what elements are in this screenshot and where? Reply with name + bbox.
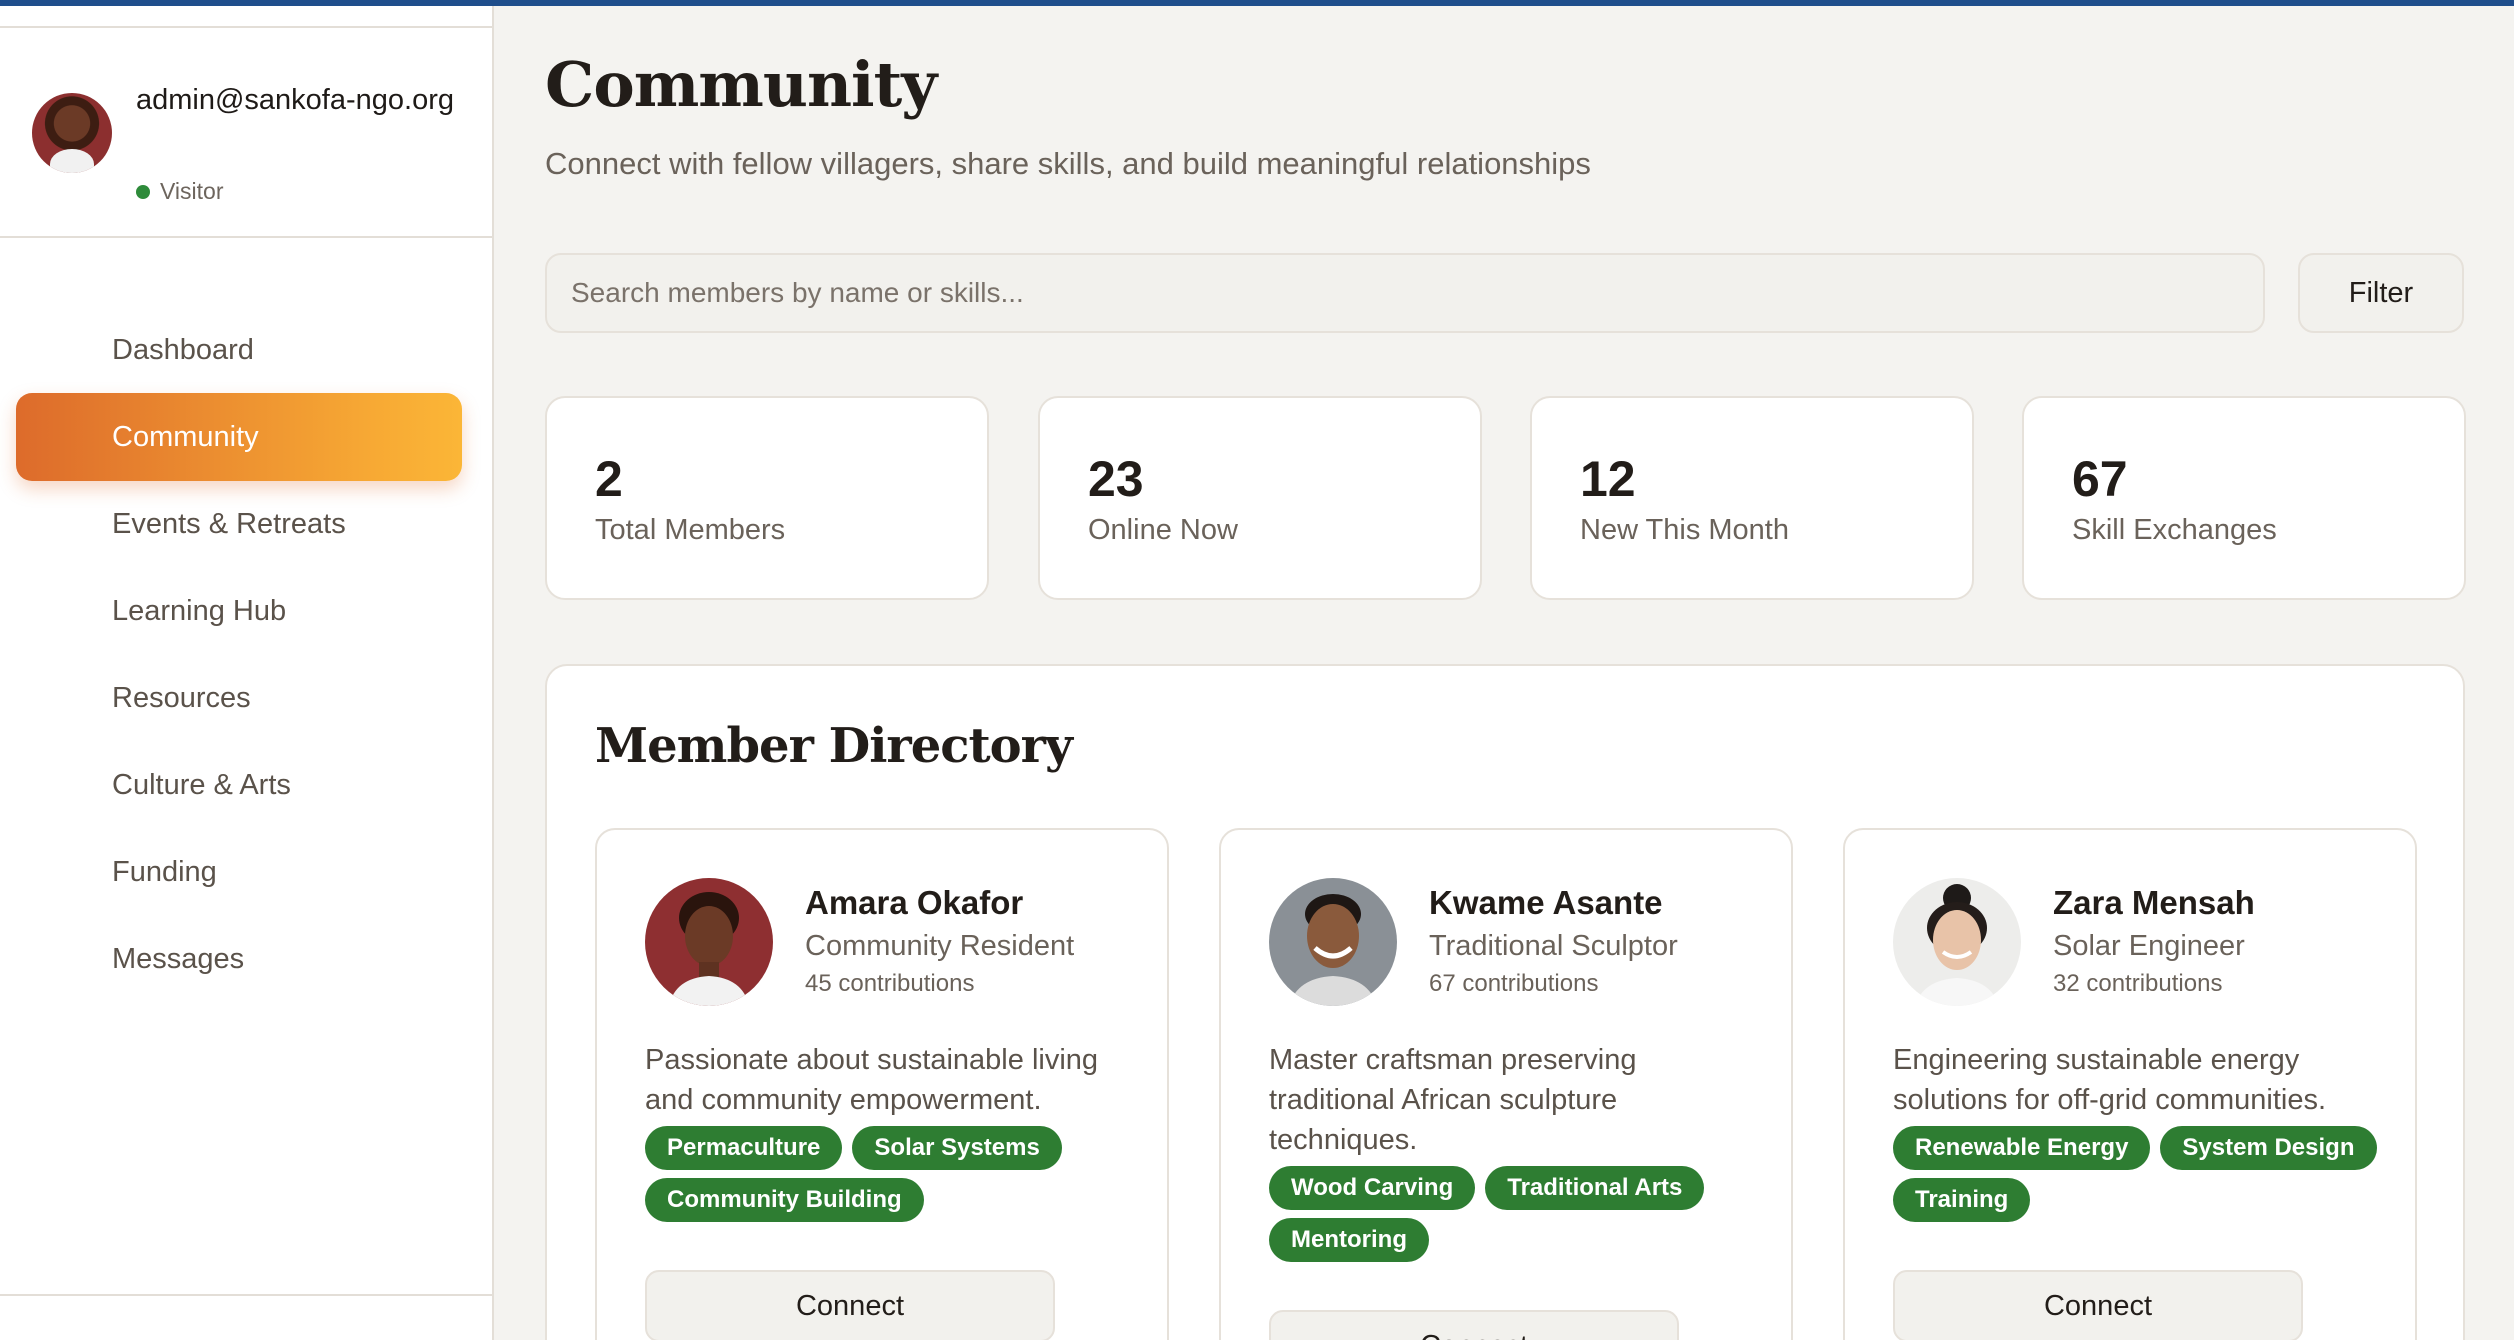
stat-value: 67 [2072,451,2128,507]
connect-button[interactable]: Connect [1269,1310,1679,1340]
user-profile[interactable]: admin@sankofa-ngo.org Visitor [0,28,492,238]
sidebar-item-community[interactable]: Community [16,393,462,481]
skill-tags: Permaculture Solar Systems Community Bui… [645,1126,1135,1222]
member-photo [1893,878,2021,1006]
skill-tags: Renewable Energy System Design Training [1893,1126,2383,1222]
skill-tag: Training [1893,1178,2031,1222]
member-contributions: 45 contributions [805,970,975,997]
filter-button[interactable]: Filter [2298,253,2464,333]
member-contributions: 32 contributions [2053,970,2223,997]
sidebar-item-culture-arts[interactable]: Culture & Arts [16,741,462,829]
page-title: Community [545,48,937,121]
stat-card-skill-exchanges: 67 Skill Exchanges [2022,396,2466,600]
page-subtitle: Connect with fellow villagers, share ski… [545,146,1591,181]
stat-card-online-now: 23 Online Now [1038,396,1482,600]
member-name: Zara Mensah [2053,884,2255,921]
skill-tag: Renewable Energy [1893,1126,2151,1170]
stat-value: 2 [595,451,623,507]
skill-tag: Mentoring [1269,1218,1429,1262]
sidebar-item-dashboard[interactable]: Dashboard [16,306,462,394]
user-email: admin@sankofa-ngo.org [136,84,455,116]
sidebar-item-events-retreats[interactable]: Events & Retreats [16,480,462,568]
member-bio: Master craftsman preserving traditional … [1269,1044,1637,1156]
stat-label: Total Members [595,514,786,546]
skill-tag: System Design [2160,1126,2377,1170]
sidebar-divider [0,236,492,238]
member-photo [645,878,773,1006]
member-card: Amara Okafor Community Resident 45 contr… [595,828,1169,1340]
skill-tag: Permaculture [645,1126,843,1170]
sidebar-item-learning-hub[interactable]: Learning Hub [16,567,462,655]
stat-value: 12 [1580,451,1636,507]
stat-label: Online Now [1088,514,1238,546]
member-photo-image [1893,878,2021,1006]
member-photo [1269,878,1397,1006]
skill-tag: Traditional Arts [1485,1166,1705,1210]
member-photo-image [1269,878,1397,1006]
member-photo-image [645,878,773,1006]
stat-card-new-this-month: 12 New This Month [1530,396,1974,600]
skill-tag: Solar Systems [852,1126,1062,1170]
member-contributions: 67 contributions [1429,970,1599,997]
member-role: Community Resident [805,930,1075,962]
member-name: Kwame Asante [1429,884,1663,921]
sidebar-item-resources[interactable]: Resources [16,654,462,742]
sidebar-item-funding[interactable]: Funding [16,828,462,916]
member-bio: Passionate about sustainable living and … [645,1044,1099,1116]
search-input[interactable] [545,253,2265,333]
avatar [32,93,112,173]
sidebar-item-messages[interactable]: Messages [16,915,462,1003]
member-name: Amara Okafor [805,884,1024,921]
skill-tag: Community Building [645,1178,924,1222]
sidebar: admin@sankofa-ngo.org Visitor Dashboard … [0,6,494,1340]
member-role: Traditional Sculptor [1429,930,1678,962]
member-role: Solar Engineer [2053,930,2245,962]
stat-label: New This Month [1580,514,1789,546]
member-directory: Member Directory Amara Okafor Community … [545,664,2465,1340]
connect-button[interactable]: Connect [1893,1270,2303,1340]
skill-tag: Wood Carving [1269,1166,1476,1210]
stat-label: Skill Exchanges [2072,514,2277,546]
skill-tags: Wood Carving Traditional Arts Mentoring [1269,1166,1759,1262]
stat-value: 23 [1088,451,1144,507]
section-title: Member Directory [595,718,1073,774]
member-card: Zara Mensah Solar Engineer 32 contributi… [1843,828,2417,1340]
connect-button[interactable]: Connect [645,1270,1055,1340]
member-card: Kwame Asante Traditional Sculptor 67 con… [1219,828,1793,1340]
online-status-icon [136,184,150,199]
stat-card-total-members: 2 Total Members [545,396,989,600]
user-status: Visitor [136,178,224,205]
member-bio: Engineering sustainable energy solutions… [1893,1044,2327,1116]
sidebar-divider [0,1294,492,1296]
user-status-label: Visitor [160,178,224,204]
